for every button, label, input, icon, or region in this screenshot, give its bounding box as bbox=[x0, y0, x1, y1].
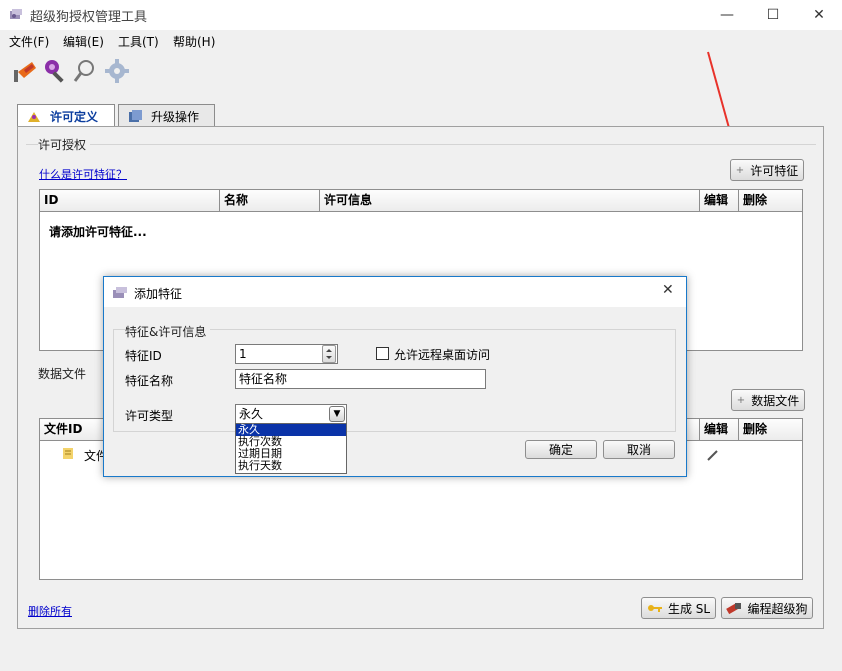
gear-icon[interactable] bbox=[104, 58, 130, 84]
table-header: ID 名称 许可信息 编辑 删除 bbox=[40, 190, 802, 212]
dialog-title-bar: 添加特征 ✕ bbox=[104, 277, 686, 307]
license-tab-icon bbox=[28, 111, 40, 122]
menu-bar: 文件(F) 编辑(E) 工具(T) 帮助(H) bbox=[0, 30, 842, 52]
button-label: 许可特征 bbox=[750, 163, 799, 178]
column-delete[interactable]: 删除 bbox=[739, 419, 802, 440]
remote-desktop-checkbox[interactable] bbox=[376, 347, 389, 360]
tab-upgrade-operations[interactable]: 升级操作 bbox=[118, 104, 215, 127]
ok-button[interactable]: 确定 bbox=[525, 440, 597, 459]
minimize-button[interactable]: — bbox=[704, 0, 750, 30]
maximize-button[interactable]: ☐ bbox=[750, 0, 796, 30]
add-feature-dialog: 添加特征 ✕ 特征&许可信息 特征ID 1 允许远程桌面访问 特征名称 特征名称… bbox=[103, 276, 687, 477]
dialog-close-button[interactable]: ✕ bbox=[662, 282, 674, 298]
data-files-group-title: 数据文件 bbox=[38, 365, 91, 382]
button-label: 生成 SL bbox=[667, 601, 711, 616]
pin-key-icon[interactable] bbox=[43, 58, 69, 84]
column-license-info[interactable]: 许可信息 bbox=[320, 190, 700, 211]
file-icon bbox=[63, 448, 73, 459]
dialog-title: 添加特征 bbox=[134, 287, 183, 301]
delete-all-link[interactable]: 删除所有 bbox=[28, 603, 72, 619]
column-delete[interactable]: 删除 bbox=[739, 190, 802, 211]
plus-icon: + bbox=[735, 164, 745, 176]
chevron-down-icon[interactable]: ▼ bbox=[329, 406, 345, 422]
plus-icon: + bbox=[736, 394, 746, 406]
feature-name-input[interactable]: 特征名称 bbox=[235, 369, 486, 389]
menu-file[interactable]: 文件(F) bbox=[9, 33, 49, 50]
group-divider bbox=[26, 144, 816, 145]
feature-group-title: 特征&许可信息 bbox=[125, 323, 211, 340]
tab-license-definition[interactable]: 许可定义 bbox=[17, 104, 115, 128]
column-edit[interactable]: 编辑 bbox=[700, 190, 739, 211]
menu-help[interactable]: 帮助(H) bbox=[173, 33, 215, 50]
key-icon bbox=[647, 605, 662, 612]
spinner-arrows-icon bbox=[326, 349, 332, 359]
window-title: 超级狗授权管理工具 bbox=[30, 10, 148, 25]
license-group-title: 许可授权 bbox=[38, 136, 91, 153]
option-execution-days[interactable]: 执行天数 bbox=[236, 460, 346, 472]
generate-sl-button[interactable]: 生成 SL bbox=[641, 597, 716, 619]
button-label: 编程超级狗 bbox=[747, 601, 808, 616]
feature-id-value: 1 bbox=[239, 347, 247, 361]
close-button[interactable]: ✕ bbox=[796, 0, 842, 30]
add-data-file-button[interactable]: + 数据文件 bbox=[731, 389, 805, 411]
what-is-license-feature-link[interactable]: 什么是许可特征？ bbox=[39, 166, 127, 182]
menu-edit[interactable]: 编辑(E) bbox=[63, 33, 104, 50]
program-superdog-button[interactable]: 编程超级狗 bbox=[721, 597, 813, 619]
license-type-dropdown: 永久 执行次数 过期日期 执行天数 bbox=[235, 423, 347, 474]
feature-name-label: 特征名称 bbox=[125, 374, 174, 388]
column-id[interactable]: ID bbox=[40, 190, 220, 211]
tab-label: 许可定义 bbox=[50, 110, 99, 124]
feature-id-label: 特征ID bbox=[125, 349, 162, 363]
feature-id-spinner[interactable] bbox=[322, 345, 336, 363]
tab-label: 升级操作 bbox=[151, 109, 200, 124]
column-name[interactable]: 名称 bbox=[220, 190, 320, 211]
cancel-button[interactable]: 取消 bbox=[603, 440, 675, 459]
remote-desktop-label: 允许远程桌面访问 bbox=[394, 348, 491, 362]
feature-name-value: 特征名称 bbox=[239, 372, 288, 386]
empty-table-hint: 请添加许可特征... bbox=[49, 225, 147, 239]
button-label: 数据文件 bbox=[751, 393, 800, 408]
dongle-icon bbox=[726, 603, 742, 615]
edit-pencil-icon[interactable] bbox=[706, 448, 720, 462]
column-edit[interactable]: 编辑 bbox=[700, 419, 739, 440]
license-type-label: 许可类型 bbox=[125, 409, 174, 423]
flame-stick-icon[interactable] bbox=[12, 58, 38, 84]
upgrade-tab-icon bbox=[129, 110, 142, 122]
add-license-feature-button[interactable]: + 许可特征 bbox=[730, 159, 804, 181]
menu-tools[interactable]: 工具(T) bbox=[118, 33, 159, 50]
magnifier-icon[interactable] bbox=[73, 58, 99, 84]
dialog-app-icon bbox=[113, 287, 127, 298]
title-bar: 超级狗授权管理工具 — ☐ ✕ bbox=[0, 0, 842, 30]
app-icon bbox=[10, 9, 22, 19]
license-type-selected: 永久 bbox=[239, 407, 264, 421]
